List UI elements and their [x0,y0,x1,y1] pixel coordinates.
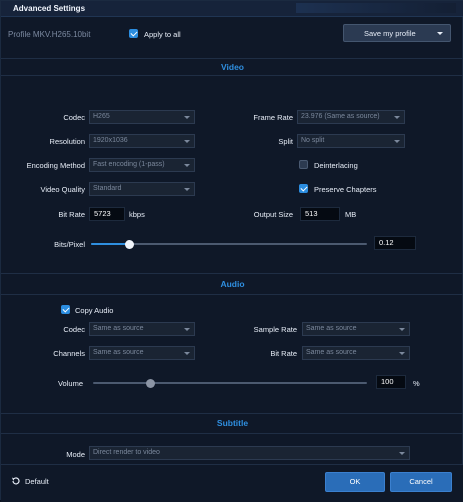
split-select[interactable]: No split [297,134,405,148]
encoding-method-label: Encoding Method [26,161,85,170]
subtitle-mode-value: Direct render to video [93,449,160,456]
save-my-profile-label: Save my profile [364,29,416,38]
video-quality-label: Video Quality [40,185,85,194]
channels-label: Channels [53,349,85,358]
video-codec-select[interactable]: H265 [89,110,195,124]
output-size-label: Output Size [253,210,293,219]
frame-rate-label: Frame Rate [253,113,293,122]
subtitle-mode-label: Mode [66,450,85,459]
bit-rate-unit: kbps [129,210,145,219]
copy-audio-label: Copy Audio [75,306,114,315]
chevron-down-icon [184,140,190,143]
profile-row: Profile MKV.H265.10bit Apply to all Save… [1,19,463,49]
cancel-button[interactable]: Cancel [390,472,452,492]
title-decoration [296,3,456,13]
volume-label: Volume [57,379,83,388]
bit-rate-value: 5723 [94,209,111,218]
chevron-down-icon [184,328,190,331]
divider [1,75,463,76]
divider [1,413,463,414]
subtitle-section-title: Subtitle [216,418,249,428]
chevron-down-icon [184,116,190,119]
volume-value: 100 [381,377,394,386]
save-my-profile-button[interactable]: Save my profile [343,24,451,42]
default-button[interactable]: Default [9,474,59,488]
video-codec-value: H265 [93,113,110,120]
volume-input[interactable]: 100 [376,375,406,389]
bits-per-pixel-slider-fill [91,243,130,245]
output-size-unit: MB [345,210,357,219]
frame-rate-select[interactable]: 23.976 (Same as source) [297,110,405,124]
advanced-settings-window: Advanced Settings Profile MKV.H265.10bit… [0,0,463,502]
output-size-value: 513 [305,209,318,218]
ok-button[interactable]: OK [325,472,385,492]
chevron-down-icon [399,352,405,355]
deinterlacing-label: Deinterlacing [314,161,358,170]
apply-to-all-label: Apply to all [144,30,181,39]
preserve-chapters-label: Preserve Chapters [314,185,377,194]
chevron-down-icon [399,328,405,331]
footer: Default OK Cancel [1,464,463,502]
chevron-down-icon [399,452,405,455]
resolution-label: Resolution [49,137,85,146]
bit-rate-input[interactable]: 5723 [89,207,125,221]
deinterlacing-checkbox[interactable] [299,160,308,169]
resolution-select[interactable]: 1920x1036 [89,134,195,148]
output-size-input[interactable]: 513 [300,207,340,221]
split-label: Split [278,137,293,146]
video-quality-value: Standard [93,185,122,192]
volume-slider-thumb[interactable] [146,378,156,388]
default-label: Default [25,477,49,486]
sample-rate-label: Sample Rate [253,325,297,334]
audio-section-title: Audio [220,279,245,289]
channels-select[interactable]: Same as source [89,346,195,360]
audio-codec-value: Same as source [93,325,144,332]
resolution-value: 1920x1036 [93,137,128,144]
frame-rate-value: 23.976 (Same as source) [301,113,380,120]
subtitle-mode-select[interactable]: Direct render to video [89,446,410,460]
sample-rate-value: Same as source [306,325,357,332]
divider [1,294,463,295]
copy-audio-checkbox[interactable] [61,305,70,314]
codec-label: Codec [63,113,85,122]
bits-per-pixel-slider-thumb[interactable] [125,239,135,249]
audio-codec-select[interactable]: Same as source [89,322,195,336]
reset-icon [12,477,20,485]
encoding-method-select[interactable]: Fast encoding (1-pass) [89,158,195,172]
bit-rate-label: Bit Rate [58,210,85,219]
profile-label: Profile MKV.H265.10bit [8,30,91,39]
chevron-down-icon [184,188,190,191]
bits-per-pixel-input[interactable]: 0.12 [374,236,416,250]
title-bar: Advanced Settings [1,1,463,17]
bits-per-pixel-label: Bits/Pixel [54,240,85,249]
chevron-down-icon [184,164,190,167]
chevron-down-icon [184,352,190,355]
audio-bit-rate-value: Same as source [306,349,357,356]
divider [1,433,463,434]
channels-value: Same as source [93,349,144,356]
bits-per-pixel-value: 0.12 [379,238,394,247]
chevron-down-icon [394,140,400,143]
window-title: Advanced Settings [13,4,86,13]
audio-bit-rate-select[interactable]: Same as source [302,346,410,360]
video-section-title: Video [221,62,244,72]
chevron-down-icon [437,32,443,35]
encoding-method-value: Fast encoding (1-pass) [93,161,165,168]
cancel-label: Cancel [409,477,433,486]
volume-slider[interactable] [93,382,367,384]
chevron-down-icon [394,116,400,119]
divider [1,58,463,59]
ok-label: OK [349,477,361,486]
sample-rate-select[interactable]: Same as source [302,322,410,336]
apply-to-all-checkbox[interactable] [129,29,138,38]
preserve-chapters-checkbox[interactable] [299,184,308,193]
split-value: No split [301,137,325,144]
audio-codec-label: Codec [63,325,85,334]
audio-bit-rate-label: Bit Rate [270,349,297,358]
divider [1,273,463,274]
video-quality-select[interactable]: Standard [89,182,195,196]
volume-unit: % [413,379,420,388]
